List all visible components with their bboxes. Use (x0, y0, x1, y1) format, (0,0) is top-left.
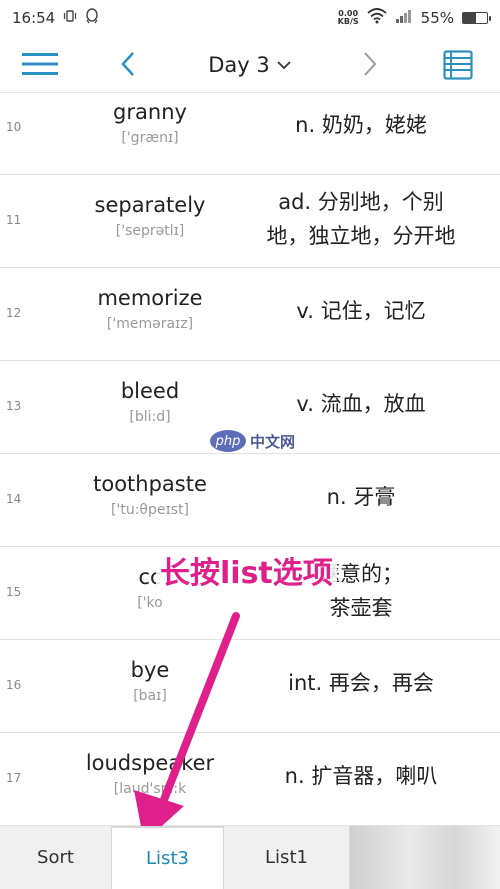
word-text: memorize (97, 286, 203, 310)
day-label: Day 3 (208, 53, 270, 77)
watermark-logo: php (210, 430, 246, 452)
word-text: toothpaste (93, 472, 207, 496)
word-row[interactable]: 10 granny ['grænɪ] n. 奶奶，姥姥 (0, 93, 500, 175)
word-index: 12 (6, 306, 22, 320)
top-toolbar: Day 3 (0, 36, 500, 93)
word-meaning: v. 流血，放血 (250, 387, 472, 421)
word-meaning-line: 地，独立地，分开地 (266, 224, 456, 248)
signal-icon (395, 9, 413, 27)
chevron-left-icon (121, 52, 134, 76)
chevron-down-icon (277, 61, 291, 70)
annotation-arrow-icon (134, 612, 240, 842)
word-meaning-line: 茶壶套 (329, 596, 393, 620)
vibrate-icon (63, 9, 77, 27)
watermark-text: 中文网 (250, 432, 296, 451)
word-meaning-line: v. 流血，放血 (296, 392, 426, 416)
list-view-icon[interactable] (438, 46, 478, 84)
word-meaning-line: v. 记住，记忆 (296, 299, 426, 323)
word-phonetic: ['seprətlɪ] (115, 223, 185, 239)
tab-sort[interactable]: Sort (0, 826, 112, 889)
word-row[interactable]: 11 separately ['seprətlɪ] ad. 分别地，个别 地，独立地，分… (0, 175, 500, 268)
word-text: granny (113, 100, 187, 124)
word-index: 11 (6, 213, 22, 227)
word-index: 17 (6, 771, 22, 785)
word-meaning-line: n. 牙膏 (326, 485, 396, 509)
menu-icon[interactable] (18, 49, 62, 79)
word-row[interactable]: 16 bye [baɪ] int. 再会，再会 (0, 640, 500, 733)
day-selector[interactable]: Day 3 (200, 48, 300, 82)
word-meaning-line: ad. 分别地，个别 (278, 190, 444, 214)
word-index: 16 (6, 678, 22, 692)
word-meaning: int. 再会，再会 (250, 666, 472, 700)
word-phonetic: ['ko (137, 595, 163, 611)
qq-notification-icon (85, 8, 99, 28)
word-index: 14 (6, 492, 22, 506)
network-speed: 0.00 KB/S (337, 9, 359, 26)
word-index: 13 (6, 399, 22, 413)
previous-day-button[interactable] (110, 46, 146, 82)
watermark: php 中文网 (210, 430, 295, 452)
status-time: 16:54 (12, 9, 56, 27)
word-meaning: n. 奶奶，姥姥 (250, 108, 472, 142)
word-index: 10 (6, 120, 22, 134)
word-phonetic: ['grænɪ] (121, 130, 179, 146)
word-text: separately (94, 193, 206, 217)
word-phonetic: ['tu:θpeɪst] (111, 502, 189, 518)
word-meaning: n. 牙膏 (250, 480, 472, 514)
word-text: bleed (120, 379, 180, 403)
tab-list1[interactable]: List1 (224, 826, 350, 889)
word-row[interactable]: 12 memorize ['meməraɪz] v. 记住，记忆 (0, 268, 500, 361)
wifi-icon (367, 8, 387, 28)
word-meaning: ad. 分别地，个别 地，独立地，分开地 (250, 185, 472, 253)
word-meaning: v. 记住，记忆 (250, 294, 472, 328)
word-index: 15 (6, 585, 22, 599)
blurred-tab-area (350, 826, 500, 889)
annotation-label: 长按list选项 (156, 548, 337, 592)
word-row[interactable]: 14 toothpaste ['tu:θpeɪst] n. 牙膏 (0, 454, 500, 547)
tab-list3[interactable]: List3 (112, 826, 224, 889)
battery-icon (462, 12, 491, 24)
battery-percent: 55% (420, 9, 454, 27)
word-meaning: n. 扩音器，喇叭 (250, 759, 472, 793)
word-meaning-line: int. 再会，再会 (288, 671, 434, 695)
word-row[interactable]: 17 loudspeaker [laud'spi:k n. 扩音器，喇叭 (0, 733, 500, 826)
word-meaning-line: n. 扩音器，喇叭 (284, 764, 438, 788)
word-phonetic: [bli:d] (129, 409, 171, 425)
chevron-right-icon (364, 52, 377, 76)
word-phonetic: ['meməraɪz] (106, 316, 194, 332)
word-list: 10 granny ['grænɪ] n. 奶奶，姥姥 11 separately ['se… (0, 93, 500, 826)
next-day-button[interactable] (352, 46, 388, 82)
bottom-tab-bar: Sort List3 List1 (0, 826, 500, 889)
status-bar: 16:54 0.00 KB/S 55% (0, 0, 500, 36)
word-meaning-line: n. 奶奶，姥姥 (295, 113, 427, 137)
